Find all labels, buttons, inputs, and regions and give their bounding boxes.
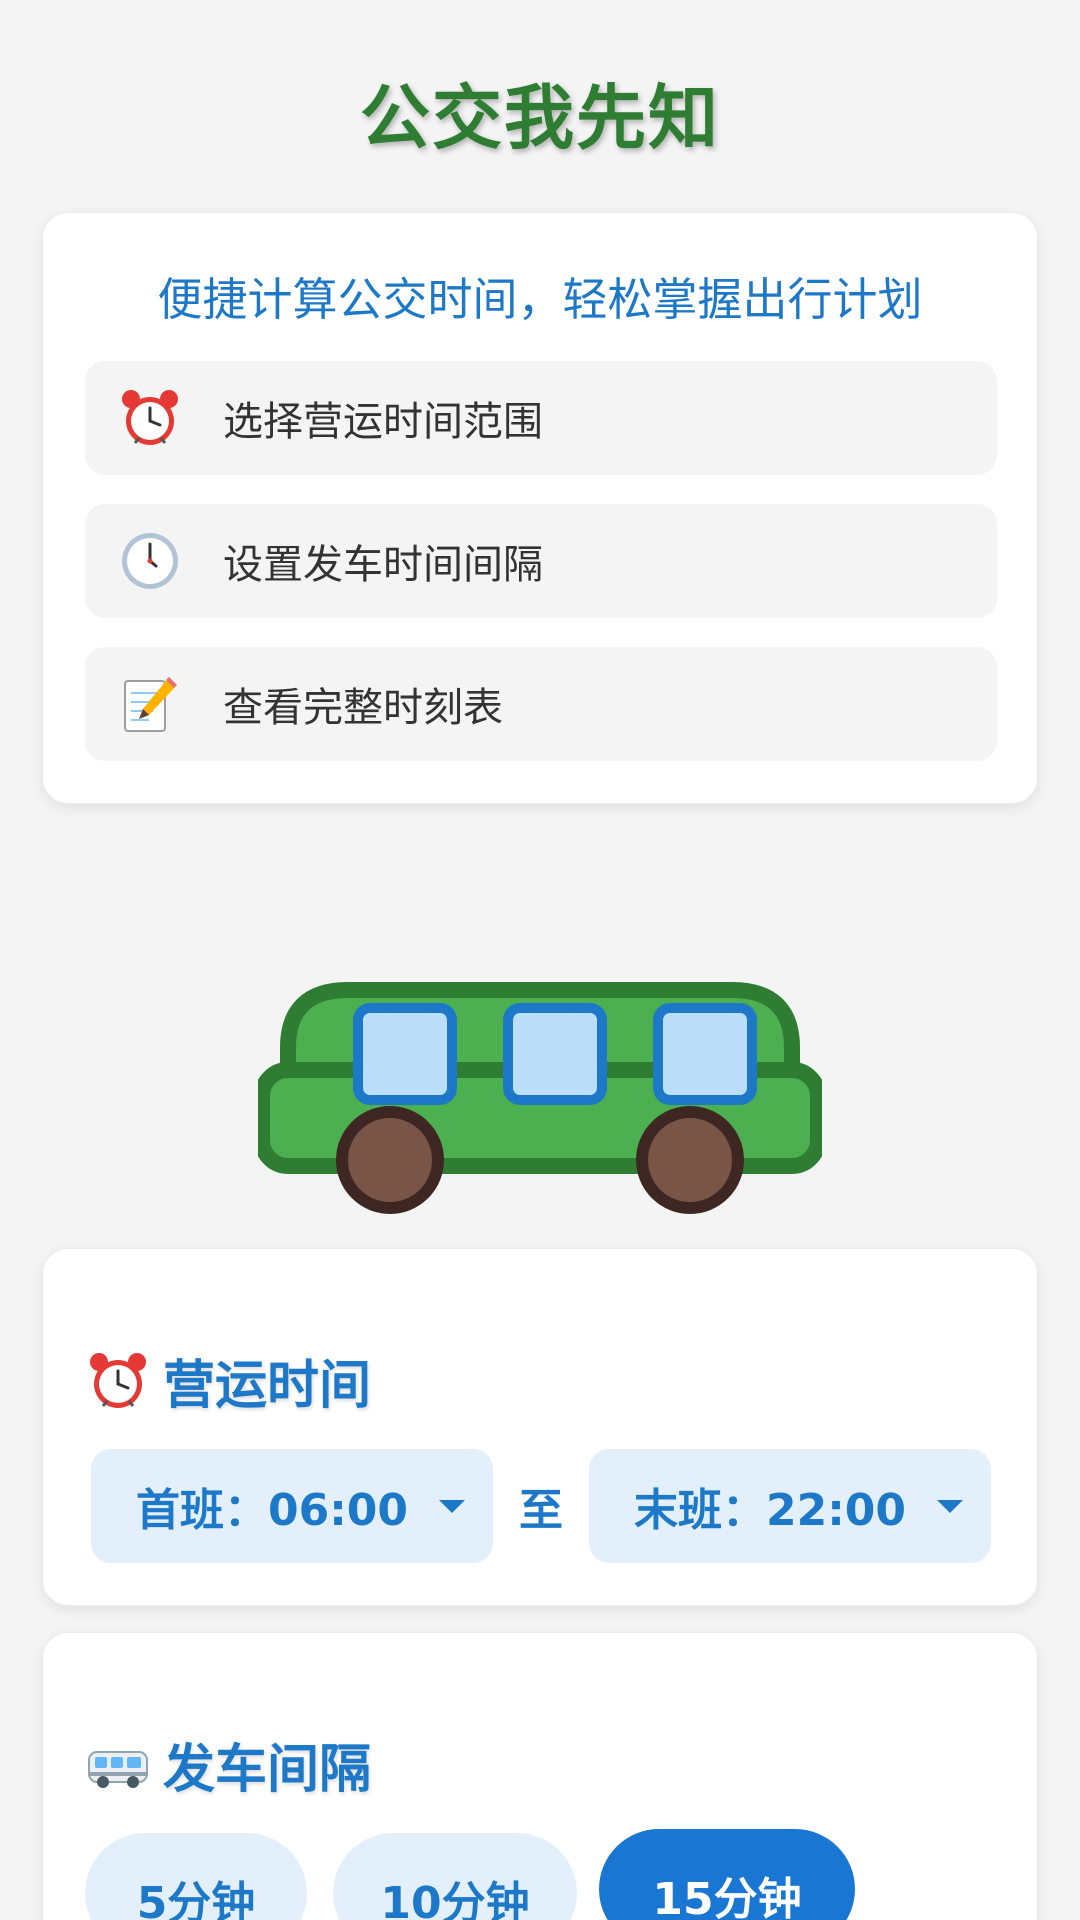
operating-time-card: 营运时间 首班：06:00 至 末班：22:00 — [42, 1248, 1038, 1606]
interval-title: 发车间隔 — [163, 1740, 372, 1800]
interval-card: 发车间隔 5分钟 10分钟 15分钟 — [42, 1632, 1038, 1920]
interval-option-5[interactable]: 5分钟 — [85, 1833, 307, 1920]
first-bus-value: 首班：06:00 — [135, 1485, 409, 1536]
feature-item-interval: 设置发车时间间隔 — [85, 504, 997, 618]
clock-icon — [119, 530, 181, 592]
interval-header: 发车间隔 — [87, 1727, 371, 1802]
feature-label: 设置发车时间间隔 — [223, 542, 543, 588]
last-bus-select[interactable]: 末班：22:00 — [589, 1449, 991, 1563]
last-bus-value: 末班：22:00 — [633, 1485, 907, 1536]
interval-option-10[interactable]: 10分钟 — [333, 1833, 577, 1920]
intro-card: 便捷计算公交时间，轻松掌握出行计划 选择营运时间范围 设置发车时间间隔 查看完整… — [42, 212, 1038, 804]
chevron-down-icon — [937, 1500, 963, 1513]
alarm-clock-icon — [119, 387, 181, 449]
operating-time-title: 营运时间 — [163, 1356, 372, 1416]
feature-item-operating-time: 选择营运时间范围 — [85, 361, 997, 475]
interval-option-15-selected[interactable]: 15分钟 — [599, 1829, 855, 1920]
feature-item-timetable: 查看完整时刻表 — [85, 647, 997, 761]
bus-illustration — [254, 968, 826, 1218]
intro-subtitle: 便捷计算公交时间，轻松掌握出行计划 — [157, 273, 923, 326]
app-page: 公交我先知 便捷计算公交时间，轻松掌握出行计划 选择营运时间范围 设置发车时间间… — [0, 0, 1080, 1920]
memo-icon — [119, 673, 181, 735]
feature-label: 选择营运时间范围 — [223, 399, 543, 445]
chevron-down-icon — [439, 1500, 465, 1513]
app-title: 公交我先知 — [360, 77, 720, 159]
feature-label: 查看完整时刻表 — [223, 685, 503, 731]
alarm-clock-icon — [87, 1350, 149, 1412]
operating-time-header: 营运时间 — [87, 1343, 371, 1418]
range-separator: 至 — [519, 1485, 563, 1536]
bus-icon — [87, 1734, 149, 1796]
first-bus-select[interactable]: 首班：06:00 — [91, 1449, 493, 1563]
